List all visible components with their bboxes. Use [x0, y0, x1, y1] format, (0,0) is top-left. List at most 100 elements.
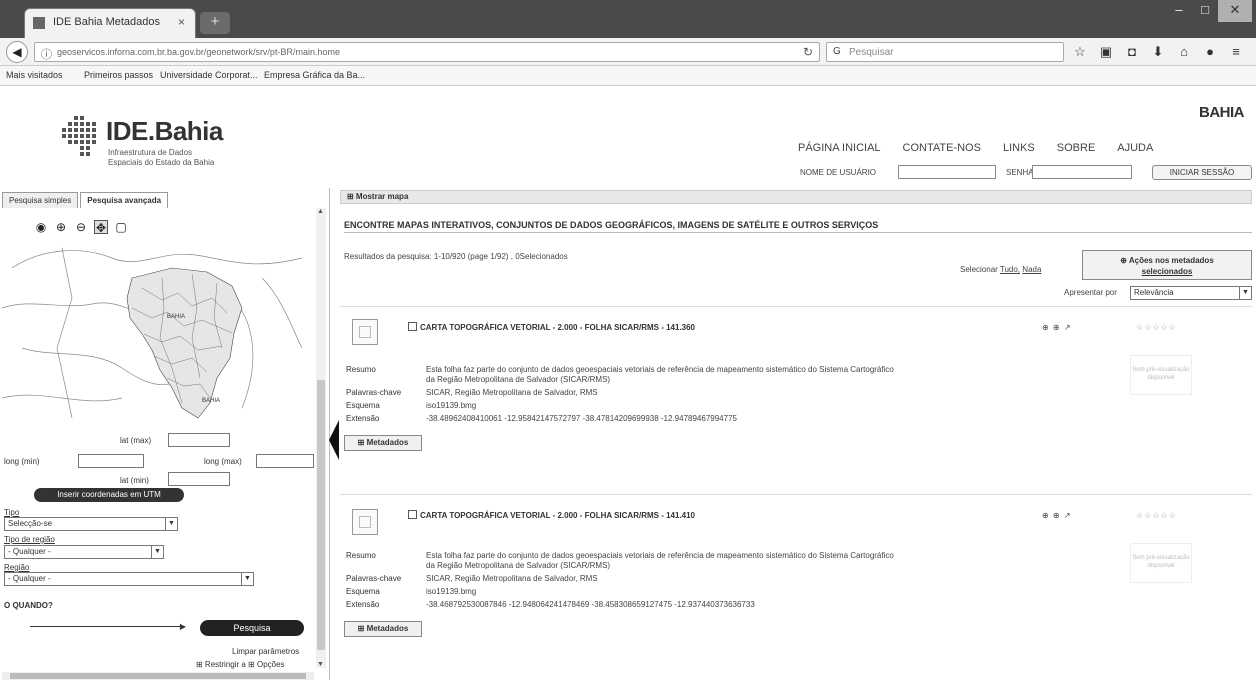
panel-scrollbar[interactable]: ▲ ▼	[316, 208, 326, 668]
horizontal-scrollbar[interactable]	[2, 672, 314, 680]
draw-box-icon[interactable]: ▢	[114, 220, 128, 234]
browser-tab[interactable]: IDE Bahia Metadados ×	[24, 8, 196, 38]
schema-text: iso19139.bmg	[426, 401, 477, 410]
sort-label: Apresentar por	[1064, 288, 1117, 297]
maximize-button[interactable]: □	[1192, 0, 1218, 22]
rating-stars[interactable]: ☆☆☆☆☆	[1136, 323, 1177, 332]
no-preview-placeholder: Sem pré-visualização disponível	[1130, 543, 1192, 583]
nav-help[interactable]: AJUDA	[1117, 142, 1153, 154]
map-label-bahia-2: BAHIA	[202, 398, 220, 404]
result-title[interactable]: CARTA TOPOGRÁFICA VETORIAL - 2.000 - FOL…	[420, 511, 695, 520]
metadata-button[interactable]: ⊞ Metadados	[344, 621, 422, 637]
new-tab-button[interactable]: +	[200, 12, 230, 34]
selected-metadata-actions-button[interactable]: ⊕ Ações nos metadados selecionados	[1082, 250, 1252, 280]
browser-search-placeholder: Pesquisar	[849, 47, 894, 58]
show-map-toggle[interactable]: ⊞ Mostrar mapa	[340, 190, 1252, 204]
menu-icon[interactable]: ≡	[1228, 43, 1244, 61]
minimize-button[interactable]: –	[1166, 0, 1192, 22]
globe-icon[interactable]: ◉	[34, 220, 48, 234]
result-checkbox[interactable]	[408, 510, 417, 519]
select-none-link[interactable]: Nada	[1022, 265, 1041, 274]
pocket-icon[interactable]: ◘	[1124, 43, 1140, 61]
nav-about[interactable]: SOBRE	[1057, 142, 1096, 154]
top-navigation: PÁGINA INICIAL CONTATE-NOS LINKS SOBRE A…	[798, 142, 1175, 154]
actions-button-line2: selecionados	[1141, 267, 1193, 276]
url-bar[interactable]: ⓘ geoservicos.inforna.com.br.ba.gov.br/g…	[34, 42, 820, 62]
back-button[interactable]: ◀	[6, 41, 28, 63]
keywords-text: SICAR, Região Metropolitana de Salvador,…	[426, 574, 598, 583]
tab-simple-search[interactable]: Pesquisa simples	[2, 192, 79, 208]
window-controls: – □ ✕	[1166, 0, 1252, 26]
type-select[interactable]: Selecção-se ▼	[4, 517, 178, 531]
star-icon[interactable]: ☆	[1072, 43, 1088, 61]
select-all-link[interactable]: Tudo,	[1000, 265, 1020, 274]
lat-min-input[interactable]	[168, 472, 230, 486]
browser-titlebar: IDE Bahia Metadados × + – □ ✕	[0, 0, 1256, 38]
summary-text-2: da Região Metropolitana de Salvador (SIC…	[426, 561, 611, 570]
region-type-select[interactable]: - Qualquer - ▼	[4, 545, 164, 559]
result-thumbnail[interactable]	[352, 509, 378, 535]
region-select[interactable]: - Qualquer - ▼	[4, 572, 254, 586]
long-min-input[interactable]	[78, 454, 144, 468]
reload-icon[interactable]: ↻	[803, 45, 813, 59]
metadata-button[interactable]: ⊞ Metadados	[344, 435, 422, 451]
bookmark-getting-started[interactable]: Primeiros passos	[84, 70, 153, 80]
when-section-label[interactable]: O QUANDO?	[4, 601, 53, 610]
select-controls: Selecionar Tudo, Nada	[960, 265, 1041, 274]
password-input[interactable]	[1032, 165, 1132, 179]
username-label: NOME DE USUÁRIO	[800, 168, 877, 177]
slider-arrow-icon: ▶	[179, 622, 186, 631]
utm-coordinates-button[interactable]: Inserir coordenadas em UTM	[34, 488, 184, 502]
browser-search-box[interactable]: G Pesquisar	[826, 42, 1064, 62]
home-icon[interactable]: ⌂	[1176, 43, 1192, 61]
result-checkbox[interactable]	[408, 322, 417, 331]
bookmark-most-visited[interactable]: Mais visitados	[6, 70, 63, 80]
bookmark-printing-company[interactable]: Empresa Gráfica da Ba...	[264, 70, 365, 80]
result-title[interactable]: CARTA TOPOGRÁFICA VETORIAL - 2.000 - FOL…	[420, 323, 695, 332]
region-map[interactable]: BAHIA BAHIA	[2, 238, 314, 430]
search-panel: Pesquisa simples Pesquisa avançada ◉ ⊕ ⊖…	[0, 188, 330, 680]
horizontal-scrollbar-thumb[interactable]	[10, 673, 306, 679]
close-tab-icon[interactable]: ×	[178, 15, 185, 29]
sort-select[interactable]: Relevância ▼	[1130, 286, 1252, 300]
site-logo-title[interactable]: IDE.Bahia	[106, 116, 223, 147]
zoom-out-icon[interactable]: ⊖	[74, 220, 88, 234]
extent-label: Extensão	[346, 414, 380, 423]
login-button[interactable]: INICIAR SESSÃO	[1152, 165, 1252, 180]
pan-icon[interactable]: ✥	[94, 220, 108, 235]
search-engine-icon[interactable]: G	[833, 46, 841, 57]
restrict-options-links[interactable]: ⊞ Restringir a ⊞ Opções	[196, 660, 285, 669]
bookmark-university[interactable]: Universidade Corporat...	[160, 70, 258, 80]
panel-scrollbar-thumb[interactable]	[317, 380, 325, 650]
scroll-down-icon[interactable]: ▼	[317, 661, 324, 668]
extent-text: -38.468792530087846 -12.948064241478469 …	[426, 600, 755, 609]
bahia-government-logo[interactable]: BAHIA	[1199, 104, 1245, 121]
info-icon[interactable]: ⓘ	[41, 46, 52, 62]
scroll-up-icon[interactable]: ▲	[317, 208, 324, 215]
rating-stars[interactable]: ☆☆☆☆☆	[1136, 511, 1177, 520]
clipboard-icon[interactable]: ▣	[1098, 43, 1114, 61]
search-button[interactable]: Pesquisa	[200, 620, 304, 636]
result-thumbnail[interactable]	[352, 319, 378, 345]
type-label: Tipo	[4, 508, 20, 517]
nav-home[interactable]: PÁGINA INICIAL	[798, 142, 881, 154]
extent-text: -38.48962408410061 -12.95842147572797 -3…	[426, 414, 737, 423]
collapse-panel-handle[interactable]	[329, 420, 339, 460]
chat-icon[interactable]: ●	[1202, 43, 1218, 61]
download-icon[interactable]: ⬇	[1150, 43, 1166, 61]
schema-label: Esquema	[346, 587, 380, 596]
time-slider[interactable]: ▶	[30, 622, 186, 631]
long-max-input[interactable]	[256, 454, 314, 468]
username-input[interactable]	[898, 165, 996, 179]
clear-parameters-link[interactable]: Limpar parâmetros	[232, 647, 299, 656]
url-text: geoservicos.inforna.com.br.ba.gov.br/geo…	[57, 47, 340, 57]
password-label: SENHA	[1006, 168, 1034, 177]
lat-max-input[interactable]	[168, 433, 230, 447]
tab-advanced-search[interactable]: Pesquisa avançada	[80, 192, 169, 208]
zoom-in-icon[interactable]: ⊕	[54, 220, 68, 234]
result-action-icons[interactable]: ⊕ ⊕ ↗	[1042, 323, 1072, 332]
nav-links[interactable]: LINKS	[1003, 142, 1035, 154]
result-action-icons[interactable]: ⊕ ⊕ ↗	[1042, 511, 1072, 520]
close-window-button[interactable]: ✕	[1218, 0, 1252, 22]
nav-contact[interactable]: CONTATE-NOS	[903, 142, 981, 154]
